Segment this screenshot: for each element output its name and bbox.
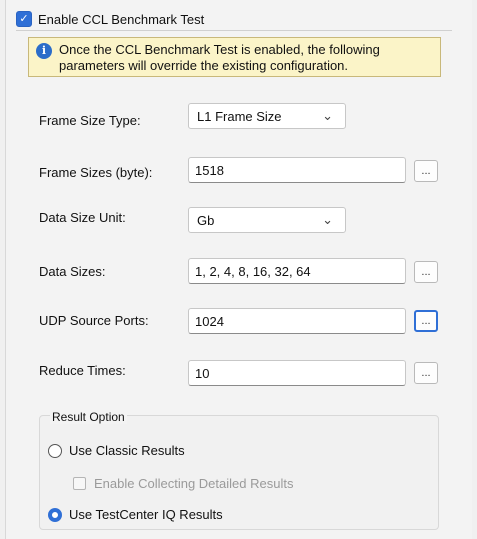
data-sizes-browse-button[interactable]: ... <box>414 261 438 283</box>
data-sizes-label: Data Sizes: <box>39 264 106 279</box>
info-text-line1: Once the CCL Benchmark Test is enabled, … <box>59 42 380 57</box>
reduce-times-browse-button[interactable]: ... <box>414 362 438 384</box>
chevron-down-icon: ⌄ <box>322 108 333 123</box>
info-text-line2: parameters will override the existing co… <box>59 58 349 73</box>
chevron-down-icon: ⌄ <box>322 212 333 227</box>
frame-sizes-input[interactable]: 1518 <box>188 157 406 183</box>
udp-source-ports-label: UDP Source Ports: <box>39 313 149 328</box>
enable-ccl-benchmark-row[interactable]: ✓ Enable CCL Benchmark Test <box>16 10 204 28</box>
use-testcenter-iq-results-radio[interactable] <box>48 507 62 522</box>
info-icon: i <box>36 43 52 59</box>
data-size-unit-label: Data Size Unit: <box>39 210 126 225</box>
result-option-title: Result Option <box>50 410 127 424</box>
frame-sizes-value: 1518 <box>195 162 224 178</box>
use-classic-results-label[interactable]: Use Classic Results <box>69 443 185 458</box>
data-sizes-value: 1, 2, 4, 8, 16, 32, 64 <box>195 263 311 279</box>
data-sizes-input[interactable]: 1, 2, 4, 8, 16, 32, 64 <box>188 258 406 284</box>
reduce-times-label: Reduce Times: <box>39 363 126 378</box>
data-size-unit-value: Gb <box>197 212 215 228</box>
enable-detailed-results-checkbox[interactable] <box>73 477 86 490</box>
frame-size-type-select[interactable]: L1 Frame Size ⌄ <box>188 103 346 129</box>
frame-size-type-label: Frame Size Type: <box>39 113 141 128</box>
use-classic-results-option[interactable]: Use Classic Results <box>48 443 185 458</box>
header-divider <box>16 30 452 31</box>
enable-ccl-benchmark-label[interactable]: Enable CCL Benchmark Test <box>38 12 204 27</box>
enable-ccl-benchmark-checkbox[interactable]: ✓ <box>16 11 32 27</box>
checkmark-icon: ✓ <box>19 12 29 25</box>
data-size-unit-select[interactable]: Gb ⌄ <box>188 207 346 233</box>
reduce-times-value: 10 <box>195 365 210 381</box>
info-banner: i Once the CCL Benchmark Test is enabled… <box>28 37 441 77</box>
frame-sizes-label: Frame Sizes (byte): <box>39 165 153 180</box>
use-testcenter-iq-results-option[interactable]: Use TestCenter IQ Results <box>48 507 223 522</box>
udp-source-ports-input[interactable]: 1024 <box>188 308 406 334</box>
enable-detailed-results-option[interactable]: Enable Collecting Detailed Results <box>73 476 293 491</box>
udp-source-ports-browse-button[interactable]: ... <box>414 310 438 332</box>
benchmark-panel: ✓ Enable CCL Benchmark Test i Once the C… <box>5 0 472 539</box>
frame-size-type-value: L1 Frame Size <box>197 108 282 124</box>
use-testcenter-iq-results-label[interactable]: Use TestCenter IQ Results <box>69 507 223 522</box>
frame-sizes-browse-button[interactable]: ... <box>414 160 438 182</box>
use-classic-results-radio[interactable] <box>48 443 62 458</box>
enable-detailed-results-label[interactable]: Enable Collecting Detailed Results <box>94 476 293 491</box>
udp-source-ports-value: 1024 <box>195 313 224 329</box>
reduce-times-input[interactable]: 10 <box>188 360 406 386</box>
